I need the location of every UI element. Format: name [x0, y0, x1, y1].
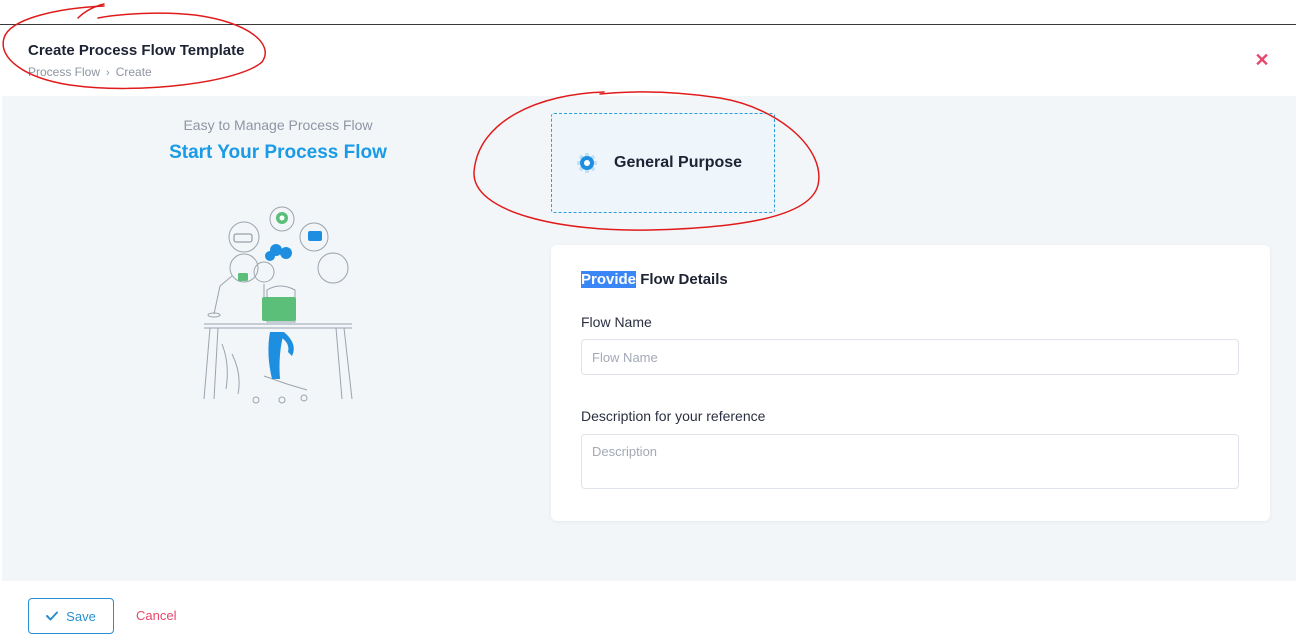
description-label: Description for your reference: [581, 408, 766, 424]
flow-name-input[interactable]: [581, 339, 1239, 375]
page-header: Create Process Flow Template Process Flo…: [0, 25, 1296, 96]
page-title: Create Process Flow Template: [28, 42, 245, 59]
form-footer: Save Cancel: [0, 581, 1296, 636]
description-input[interactable]: [581, 434, 1239, 489]
flow-name-label: Flow Name: [581, 314, 652, 330]
flow-details-card: Provide Flow Details Flow Name Descripti…: [551, 245, 1270, 521]
flow-details-title-highlight: Provide: [581, 271, 637, 288]
flow-details-title-rest: Flow Details: [636, 271, 728, 288]
title-annotation-tail: [77, 3, 105, 19]
main-content: Easy to Manage Process Flow Start Your P…: [2, 96, 1296, 581]
flow-details-title: Provide Flow Details: [581, 271, 728, 288]
check-icon: [46, 611, 59, 621]
breadcrumb: Process Flow › Create: [28, 65, 152, 79]
flow-type-card-general-purpose[interactable]: General Purpose: [551, 113, 775, 213]
cancel-button[interactable]: Cancel: [136, 608, 176, 623]
intro-subtitle: Easy to Manage Process Flow: [183, 117, 373, 133]
intro-heading: Start Your Process Flow: [169, 142, 387, 163]
close-icon[interactable]: ✕: [1254, 51, 1270, 69]
chevron-right-icon: ›: [106, 67, 110, 79]
person-at-desk-illustration: [203, 206, 353, 404]
breadcrumb-current: Create: [115, 65, 152, 79]
gear-icon: [577, 153, 597, 173]
flow-type-label: General Purpose: [614, 154, 743, 171]
save-button[interactable]: Save: [28, 598, 114, 634]
breadcrumb-parent-link[interactable]: Process Flow: [28, 65, 100, 79]
save-button-label: Save: [66, 608, 96, 624]
